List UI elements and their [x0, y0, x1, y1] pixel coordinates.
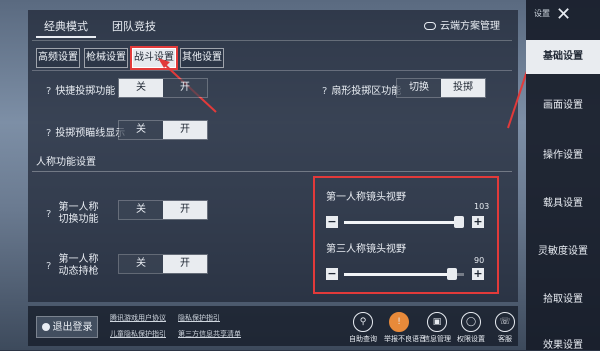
first-gun-label: ? 第一人称 动态持枪	[46, 254, 99, 278]
shield-icon: ◯	[461, 312, 481, 332]
footer-info-manage[interactable]: ▣ 信息管理	[422, 312, 452, 344]
quick-throw-toggle[interactable]: 关 开	[118, 78, 208, 98]
sidebar-item-graphics[interactable]: 画面设置	[526, 96, 600, 111]
first-gun-line2: 动态持枪	[58, 266, 99, 277]
headset-icon: ☏	[495, 312, 515, 332]
warning-icon: !	[389, 312, 409, 332]
throw-aim-label: ? 投掷预瞄线显示	[46, 124, 125, 139]
fan-throw-switch[interactable]: 切换	[397, 79, 441, 97]
fov-first-plus-button[interactable]: +	[472, 216, 484, 228]
footer-label: 客服	[498, 335, 512, 343]
fov-first-value: 103	[474, 202, 490, 211]
fan-throw-toggle[interactable]: 切换 投掷	[396, 78, 486, 98]
throw-aim-toggle[interactable]: 关 开	[118, 120, 208, 140]
search-icon: ⚲	[353, 312, 373, 332]
fov-first-fill	[344, 221, 460, 224]
sidebar-item-controls[interactable]: 操作设置	[526, 146, 600, 161]
link-user-agreement[interactable]: 腾讯游戏用户协议	[110, 313, 166, 323]
help-icon: ?	[322, 86, 328, 97]
link-third-party[interactable]: 第三方信息共享清单	[178, 329, 241, 339]
fan-throw-label: ? 扇形投掷区功能	[322, 82, 401, 97]
footer-permissions[interactable]: ◯ 权限设置	[456, 312, 486, 344]
logout-button[interactable]: 退出登录	[36, 316, 98, 338]
throw-aim-on[interactable]: 开	[163, 121, 207, 139]
first-switch-line1: 第一人称	[58, 202, 99, 213]
fan-throw-text: 扇形投掷区功能	[331, 86, 402, 97]
annotation-arrows	[158, 56, 534, 129]
sidebar-item-pickup[interactable]: 拾取设置	[526, 290, 600, 305]
help-icon: ?	[46, 261, 52, 272]
sidebar-item-vehicle[interactable]: 载具设置	[526, 194, 600, 209]
sidebar-settings-label: 设置	[534, 9, 550, 18]
fov-third-knob[interactable]	[447, 268, 457, 280]
footer-self-query[interactable]: ⚲ 自助查询	[348, 312, 378, 344]
footer-label: 举报不良语音	[384, 335, 426, 343]
help-icon: ?	[46, 128, 52, 139]
fov-first-title: 第一人称镜头视野	[326, 192, 406, 203]
sidebar-item-sensitivity[interactable]: 灵敏度设置	[526, 242, 600, 257]
first-switch-off[interactable]: 关	[119, 201, 163, 219]
first-gun-toggle[interactable]: 关 开	[118, 254, 208, 274]
first-gun-off[interactable]: 关	[119, 255, 163, 273]
first-switch-label: ? 第一人称 切换功能	[46, 202, 99, 226]
first-switch-on[interactable]: 开	[163, 201, 207, 219]
first-switch-toggle[interactable]: 关 开	[118, 200, 208, 220]
fan-throw-throw[interactable]: 投掷	[441, 79, 485, 97]
help-icon: ?	[46, 86, 52, 97]
first-gun-on[interactable]: 开	[163, 255, 207, 273]
help-icon: ?	[46, 209, 52, 220]
id-card-icon: ▣	[427, 312, 447, 332]
fov-third-fill	[344, 273, 452, 276]
throw-aim-text: 投掷预瞄线显示	[55, 128, 126, 139]
fov-third-plus-button[interactable]: +	[472, 268, 484, 280]
throw-aim-off[interactable]: 关	[119, 121, 163, 139]
quick-throw-off[interactable]: 关	[119, 79, 163, 97]
footer-label: 自助查询	[349, 335, 377, 343]
fov-third-value: 90	[474, 256, 485, 265]
fov-first-minus-button[interactable]: −	[326, 216, 338, 228]
fov-third-minus-button[interactable]: −	[326, 268, 338, 280]
quick-throw-on[interactable]: 开	[163, 79, 207, 97]
first-switch-line2: 切换功能	[58, 214, 99, 225]
logout-label: 退出登录	[52, 322, 93, 333]
close-icon[interactable]: ✕	[556, 4, 571, 25]
user-icon	[41, 323, 50, 331]
first-gun-line1: 第一人称	[58, 254, 99, 265]
sidebar-item-effects[interactable]: 效果设置	[526, 336, 600, 351]
link-child-privacy[interactable]: 儿童隐私保护指引	[110, 329, 166, 339]
footer-label: 权限设置	[457, 335, 485, 343]
sidebar-item-basic[interactable]: 基础设置	[526, 40, 600, 74]
link-privacy[interactable]: 隐私保护指引	[178, 313, 220, 323]
fov-first-knob[interactable]	[454, 216, 465, 228]
fov-third-title: 第三人称镜头视野	[326, 244, 406, 255]
person-section-header: 人称功能设置	[32, 154, 512, 172]
footer-report-voice[interactable]: ! 举报不良语音	[384, 312, 426, 344]
quick-throw-text: 快捷投掷功能	[55, 86, 116, 97]
quick-throw-label: ? 快捷投掷功能	[46, 82, 115, 97]
footer-label: 信息管理	[423, 335, 451, 343]
footer-support[interactable]: ☏ 客服	[490, 312, 520, 344]
